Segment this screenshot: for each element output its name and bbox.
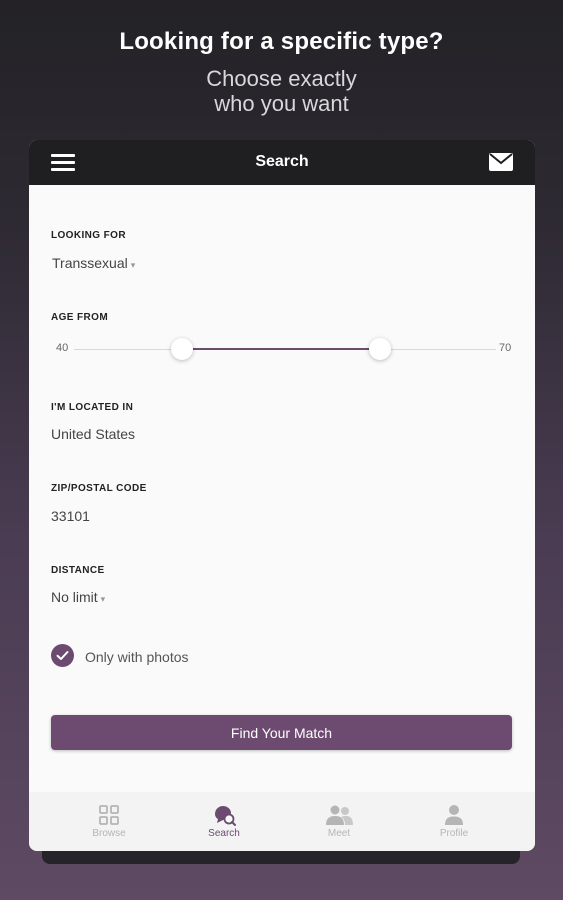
promo-subtitle: Choose exactly who you want <box>0 66 563 116</box>
location-field[interactable]: United States <box>51 426 135 442</box>
age-slider-range <box>182 348 380 350</box>
location-label: I'M LOCATED IN <box>51 402 134 413</box>
nav-item-browse[interactable]: Browse <box>69 804 149 839</box>
age-min-label: 40 <box>56 342 69 354</box>
checkmark-icon <box>56 651 69 660</box>
nav-item-profile[interactable]: Profile <box>414 804 494 839</box>
app-bar: Search <box>29 140 535 185</box>
looking-for-select[interactable]: Transsexual ▾ <box>52 255 135 271</box>
looking-for-value: Transsexual <box>52 255 128 271</box>
mail-icon[interactable] <box>489 153 513 171</box>
age-max-thumb[interactable] <box>369 338 391 360</box>
nav-label-search: Search <box>208 828 240 839</box>
zip-field[interactable]: 33101 <box>51 508 90 524</box>
nav-item-meet[interactable]: Meet <box>299 804 379 839</box>
chevron-down-icon: ▾ <box>130 260 136 270</box>
app-screen: Search LOOKING FOR Transsexual ▾ AGE FROM… <box>29 140 535 851</box>
page-title: Search <box>255 153 309 170</box>
age-min-thumb[interactable] <box>171 338 193 360</box>
nav-label-meet: Meet <box>327 828 351 839</box>
chevron-down-icon: ▾ <box>100 594 106 604</box>
age-label: AGE FROM <box>51 312 109 323</box>
person-icon <box>445 805 463 825</box>
looking-for-label: LOOKING FOR <box>51 230 126 241</box>
grid-icon <box>99 805 119 825</box>
zip-label: ZIP/POSTAL CODE <box>51 483 147 494</box>
promo-subtitle-line1: Choose exactly <box>206 66 357 91</box>
age-max-label: 70 <box>499 342 512 354</box>
photos-only-label: Only with photos <box>85 649 189 665</box>
find-match-button[interactable]: Find Your Match <box>51 715 512 750</box>
promo-subtitle-line2: who you want <box>214 91 349 116</box>
distance-select[interactable]: No limit ▾ <box>51 589 105 605</box>
distance-value: No limit <box>51 589 98 605</box>
promo-title: Looking for a specific type? <box>119 28 444 55</box>
bottom-nav: Browse Search Meet Profile <box>29 792 535 851</box>
find-match-label: Find Your Match <box>230 724 333 741</box>
people-icon <box>326 805 353 825</box>
nav-item-search[interactable]: Search <box>184 804 264 839</box>
nav-label-profile: Profile <box>439 828 469 839</box>
search-chat-icon <box>215 806 236 826</box>
photos-only-checkbox[interactable] <box>51 644 74 667</box>
distance-label: DISTANCE <box>51 565 105 576</box>
nav-label-browse: Browse <box>92 828 126 839</box>
